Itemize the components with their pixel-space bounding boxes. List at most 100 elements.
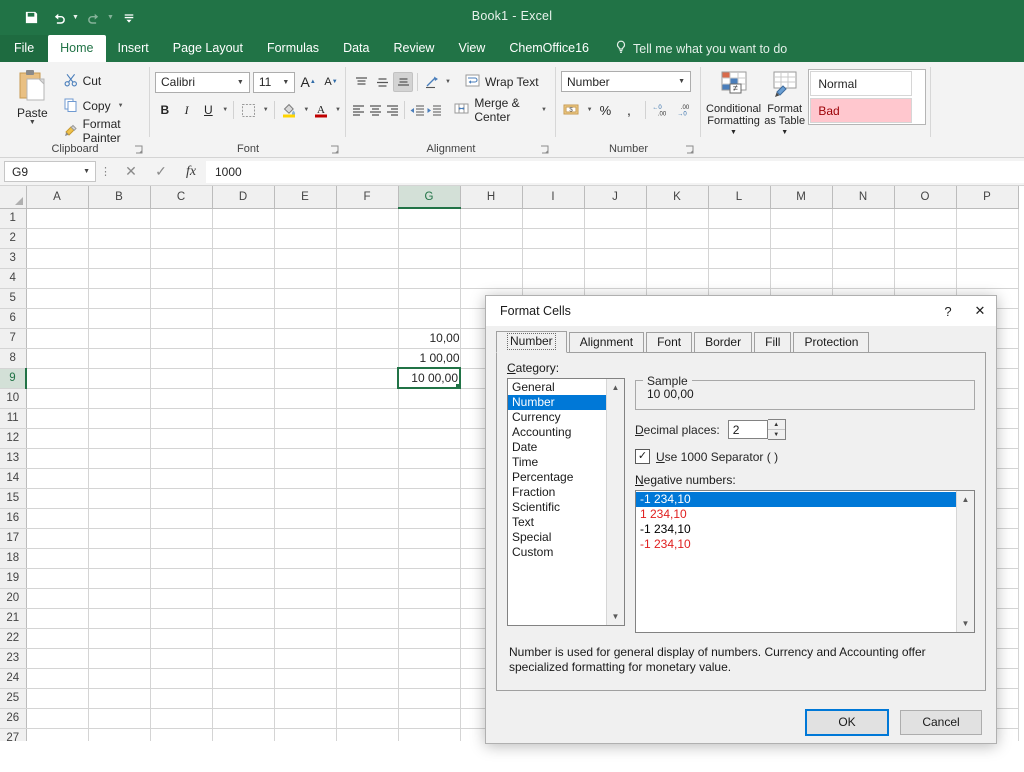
font-name-combo[interactable]: Calibri ▼ [155, 71, 250, 93]
cell-f25[interactable] [336, 688, 399, 709]
cell-a8[interactable] [26, 348, 89, 369]
cell-e19[interactable] [274, 568, 337, 589]
cell-f27[interactable] [336, 728, 399, 741]
cell-g20[interactable] [398, 588, 461, 609]
insert-function-icon[interactable]: fx [176, 161, 206, 183]
cell-c22[interactable] [150, 628, 213, 649]
font-color-icon[interactable]: A [311, 99, 331, 121]
paste-dropdown-icon[interactable]: ▼ [29, 119, 36, 126]
cell-d8[interactable] [212, 348, 275, 369]
cell-g8[interactable]: 1 00,00 [398, 348, 461, 369]
cell-f17[interactable] [336, 528, 399, 549]
cell-a3[interactable] [26, 248, 89, 269]
row-header-10[interactable]: 10 [0, 388, 27, 409]
cell-g9[interactable]: 10 00,00 [397, 367, 461, 389]
cell-f7[interactable] [336, 328, 399, 349]
column-header-a[interactable]: A [26, 186, 89, 209]
cell-e15[interactable] [274, 488, 337, 509]
close-icon[interactable]: ✕ [964, 296, 996, 326]
cell-e21[interactable] [274, 608, 337, 629]
row-header-3[interactable]: 3 [0, 248, 27, 269]
cell-a25[interactable] [26, 688, 89, 709]
category-listbox[interactable]: General Number Currency Accounting Date Time P… [507, 378, 625, 626]
cell-d15[interactable] [212, 488, 275, 509]
spin-up-icon[interactable]: ▲ [767, 420, 785, 430]
ribbon-tab-file[interactable]: File [0, 35, 49, 62]
cell-l3[interactable] [708, 248, 771, 269]
cell-g5[interactable] [398, 288, 461, 309]
fill-color-icon[interactable] [280, 99, 300, 121]
cell-c1[interactable] [150, 208, 213, 229]
cancel-formula-icon[interactable]: ✕ [116, 161, 146, 183]
cell-b11[interactable] [88, 408, 151, 429]
cell-b10[interactable] [88, 388, 151, 409]
cell-e4[interactable] [274, 268, 337, 289]
category-item-percentage[interactable]: Percentage [508, 470, 607, 485]
row-header-9[interactable]: 9 [0, 368, 27, 389]
cell-a21[interactable] [26, 608, 89, 629]
decimal-places-stepper[interactable]: ▲ ▼ [727, 419, 786, 440]
cell-d6[interactable] [212, 308, 275, 329]
cell-f16[interactable] [336, 508, 399, 529]
ribbon-tab-page-layout[interactable]: Page Layout [161, 35, 255, 62]
category-item-date[interactable]: Date [508, 440, 607, 455]
cell-m1[interactable] [770, 208, 833, 229]
align-right-icon[interactable] [385, 100, 401, 120]
cell-b13[interactable] [88, 448, 151, 469]
cell-c25[interactable] [150, 688, 213, 709]
cell-n1[interactable] [832, 208, 895, 229]
align-left-icon[interactable] [351, 100, 367, 120]
negative-numbers-scrollbar[interactable]: ▲ ▼ [956, 491, 974, 632]
cell-a14[interactable] [26, 468, 89, 489]
font-dialog-launcher-icon[interactable] [330, 144, 340, 154]
cell-a10[interactable] [26, 388, 89, 409]
cell-g4[interactable] [398, 268, 461, 289]
dialog-tab-number[interactable]: Number [496, 331, 567, 353]
cell-g11[interactable] [398, 408, 461, 429]
cell-e9[interactable] [274, 368, 337, 389]
ribbon-tab-data[interactable]: Data [331, 35, 381, 62]
cell-o1[interactable] [894, 208, 957, 229]
select-all-corner[interactable] [0, 186, 27, 209]
cell-g26[interactable] [398, 708, 461, 729]
cell-f20[interactable] [336, 588, 399, 609]
enter-formula-icon[interactable]: ✓ [146, 161, 176, 183]
align-bottom-icon[interactable] [393, 72, 413, 92]
bold-button[interactable]: B [155, 99, 175, 121]
cell-a12[interactable] [26, 428, 89, 449]
cell-e3[interactable] [274, 248, 337, 269]
font-color-dropdown-icon[interactable]: ▼ [335, 107, 341, 113]
category-item-accounting[interactable]: Accounting [508, 425, 607, 440]
cell-b19[interactable] [88, 568, 151, 589]
column-header-f[interactable]: F [336, 186, 399, 209]
cell-f1[interactable] [336, 208, 399, 229]
column-header-n[interactable]: N [832, 186, 895, 209]
cell-c7[interactable] [150, 328, 213, 349]
ribbon-tab-home[interactable]: Home [48, 35, 106, 62]
decimal-places-input[interactable] [727, 420, 768, 439]
cell-f18[interactable] [336, 548, 399, 569]
cell-e22[interactable] [274, 628, 337, 649]
decrease-indent-icon[interactable] [409, 100, 425, 120]
cell-d9[interactable] [212, 368, 275, 389]
cell-a9[interactable] [26, 368, 89, 389]
cell-o3[interactable] [894, 248, 957, 269]
cell-f21[interactable] [336, 608, 399, 629]
row-header-24[interactable]: 24 [0, 668, 27, 689]
row-header-15[interactable]: 15 [0, 488, 27, 509]
cell-c6[interactable] [150, 308, 213, 329]
cell-f15[interactable] [336, 488, 399, 509]
row-header-8[interactable]: 8 [0, 348, 27, 369]
dialog-tab-font[interactable]: Font [646, 332, 693, 352]
cell-d23[interactable] [212, 648, 275, 669]
row-header-21[interactable]: 21 [0, 608, 27, 629]
cell-m4[interactable] [770, 268, 833, 289]
clipboard-dialog-launcher-icon[interactable] [134, 144, 144, 154]
cell-d2[interactable] [212, 228, 275, 249]
cell-d18[interactable] [212, 548, 275, 569]
cell-styles-gallery[interactable]: Normal Bad Check Cell Explanatory [808, 69, 926, 125]
row-header-7[interactable]: 7 [0, 328, 27, 349]
cell-g18[interactable] [398, 548, 461, 569]
cell-f8[interactable] [336, 348, 399, 369]
category-item-general[interactable]: General [508, 380, 607, 395]
